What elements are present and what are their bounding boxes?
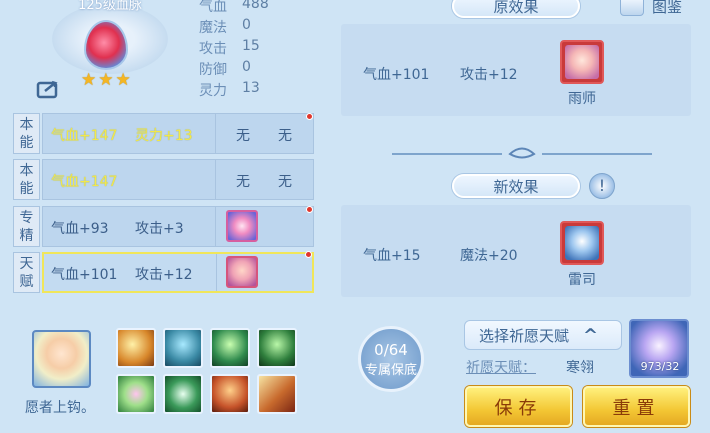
guarantee-count: 0/64 <box>374 340 408 359</box>
ability-row-mastery[interactable]: 气血+93 攻击+3 <box>42 206 314 247</box>
stat-label: 魔法 <box>199 20 227 36</box>
shield-clock-icon[interactable] <box>163 374 203 414</box>
stat-value: 15 <box>242 38 260 54</box>
row-divider <box>216 254 217 291</box>
row-effect-b: 攻击+3 <box>135 221 184 237</box>
guarantee-label: 专属保底 <box>364 362 417 378</box>
original-effect-a: 气血+101 <box>363 67 430 83</box>
ability-row-instinct-1[interactable]: 气血+147 灵力+13 无 无 <box>42 113 314 154</box>
charm-sword-icon[interactable] <box>257 374 297 414</box>
skill-grid <box>116 328 297 414</box>
row-slot-1: 无 <box>236 174 250 190</box>
talent-pet-icon[interactable] <box>226 256 258 288</box>
new-effect-panel: 气血+15 魔法+20 雷司 <box>341 205 691 297</box>
select-wish-talent-button[interactable]: 选择祈愿天赋 ^ <box>464 320 622 350</box>
row-tag-talent: 天赋 <box>13 252 40 293</box>
guarantee-counter: 0/64 专属保底 <box>358 326 424 392</box>
heart-icon[interactable] <box>116 374 156 414</box>
row-effect-a: 气血+93 <box>51 221 109 237</box>
sword-slash-icon[interactable] <box>116 328 156 368</box>
shadow-figure-icon[interactable] <box>163 328 203 368</box>
share-icon[interactable] <box>36 77 62 99</box>
chevron-up-icon: ^ <box>583 324 599 346</box>
star-icon: ★ <box>98 70 114 90</box>
row-tag-instinct: 本能 <box>13 159 40 200</box>
row-effect-a: 气血+101 <box>51 267 118 283</box>
pet-face-icon <box>565 45 599 79</box>
notification-dot <box>306 206 313 213</box>
bird-face-icon <box>565 226 599 260</box>
row-effect-a: 气血+147 <box>51 174 118 190</box>
wish-talent-value: 寒翎 <box>566 360 594 376</box>
stat-label: 气血 <box>199 0 227 15</box>
bloodline-level-label: 125级血脉 <box>78 0 142 13</box>
swordsman-green-icon[interactable] <box>210 328 250 368</box>
new-effect-a: 气血+15 <box>363 248 421 264</box>
wish-talent-label: 祈愿天赋： <box>466 360 536 376</box>
row-slot-2: 无 <box>278 174 292 190</box>
row-divider <box>215 160 216 199</box>
ability-row-talent[interactable]: 气血+101 攻击+12 <box>42 251 314 293</box>
ability-row-instinct-2[interactable]: 气血+147 无 无 <box>42 159 314 200</box>
original-effect-b: 攻击+12 <box>460 67 518 83</box>
crystal-count: 973/32 <box>640 360 680 373</box>
pet-name: 愿者上钩。 <box>25 400 95 416</box>
panel-divider-ornament <box>372 146 672 160</box>
atlas-book-icon[interactable] <box>620 0 644 16</box>
row-effect-a: 气血+147 <box>51 128 118 144</box>
original-effect-panel: 气血+101 攻击+12 雨师 <box>341 24 691 116</box>
row-divider <box>215 207 216 246</box>
notification-dot <box>306 113 313 120</box>
new-effect-b: 魔法+20 <box>460 248 518 264</box>
stats-panel: 气血 488 魔法 0 攻击 15 防御 0 灵力 13 <box>199 0 269 101</box>
stat-label: 灵力 <box>199 83 227 99</box>
star-icon: ★ <box>115 70 131 90</box>
notification-dot <box>305 251 312 258</box>
row-slot-2: 无 <box>278 128 292 144</box>
stat-value: 0 <box>242 59 251 75</box>
atlas-label[interactable]: 图鉴 <box>652 0 682 17</box>
row-tag-instinct: 本能 <box>13 113 40 154</box>
row-slot-1: 无 <box>236 128 250 144</box>
stat-label: 防御 <box>199 62 227 78</box>
new-pet-name: 雷司 <box>568 272 596 288</box>
save-button[interactable]: 保存 <box>465 386 572 427</box>
pet-avatar[interactable] <box>32 330 91 388</box>
original-pet-portrait[interactable] <box>560 40 604 84</box>
row-tag-mastery: 专精 <box>13 206 40 247</box>
select-wish-label: 选择祈愿天赋 <box>479 326 570 345</box>
stat-value: 488 <box>242 0 269 12</box>
charm-figure-icon[interactable] <box>210 374 250 414</box>
new-effect-title: 新效果 <box>452 174 580 198</box>
row-divider <box>215 114 216 153</box>
star-rating: ★ ★ ★ <box>81 70 131 90</box>
stat-value: 0 <box>242 17 251 33</box>
stat-value: 13 <box>242 80 260 96</box>
original-pet-name: 雨师 <box>568 91 596 107</box>
reset-button[interactable]: 重置 <box>583 386 690 427</box>
horse-rider-icon[interactable] <box>257 328 297 368</box>
info-icon[interactable]: ! <box>589 173 615 199</box>
star-icon: ★ <box>81 70 97 90</box>
stat-label: 攻击 <box>199 41 227 57</box>
row-effect-b: 灵力+13 <box>135 128 193 144</box>
mastery-pet-icon[interactable] <box>226 210 258 242</box>
original-effect-title: 原效果 <box>452 0 580 18</box>
new-pet-portrait[interactable] <box>560 221 604 265</box>
row-effect-b: 攻击+12 <box>135 267 193 283</box>
